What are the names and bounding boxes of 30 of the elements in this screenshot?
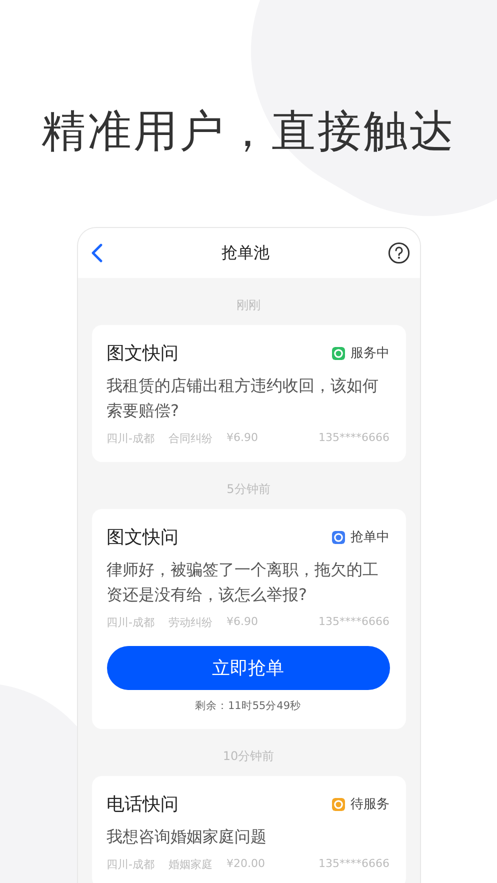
grab-order-button[interactable]: 立即抢单 (106, 646, 390, 690)
help-icon[interactable] (388, 242, 410, 264)
card-title: 电话快问 (106, 793, 178, 816)
back-icon[interactable] (90, 243, 104, 263)
price-text: ¥6.90 (226, 615, 258, 630)
status-label: 服务中 (350, 345, 390, 362)
question-text: 律师好，被骗签了一个离职，拖欠的工资还是没有给，该怎么举报? (106, 559, 380, 606)
time-label: 刚刚 (236, 297, 260, 314)
time-label: 10分钟前 (222, 748, 274, 765)
card-title: 图文快问 (106, 526, 178, 549)
category-text: 合同纠纷 (168, 431, 212, 446)
headline: 精准用户，直接触达 (42, 105, 456, 159)
countdown-text: 剩余：11时55分49秒 (194, 699, 302, 713)
card-title: 图文快问 (106, 342, 178, 365)
region-text: 四川-成都 (106, 431, 154, 446)
category-text: 劳动纠纷 (168, 615, 212, 630)
price-text: ¥6.90 (226, 431, 258, 446)
category-text: 婚姻家庭 (168, 857, 212, 872)
status-label: 抢单中 (350, 529, 390, 546)
phone-number: 135****6666 (318, 857, 390, 872)
time-label: 5分钟前 (226, 481, 270, 498)
region-text: 四川-成都 (106, 615, 154, 630)
screen-title: 抢单池 (222, 242, 270, 264)
phone-number: 135****6666 (318, 615, 390, 630)
phone-number: 135****6666 (318, 431, 390, 446)
region-text: 四川-成都 (106, 857, 154, 872)
status-label: 待服务 (350, 796, 390, 813)
question-text: 我想咨询婚姻家庭问题 (106, 826, 268, 848)
question-text: 我租赁的店铺出租方违约收回，该如何索要赔偿? (106, 375, 380, 422)
price-text: ¥20.00 (226, 857, 265, 872)
